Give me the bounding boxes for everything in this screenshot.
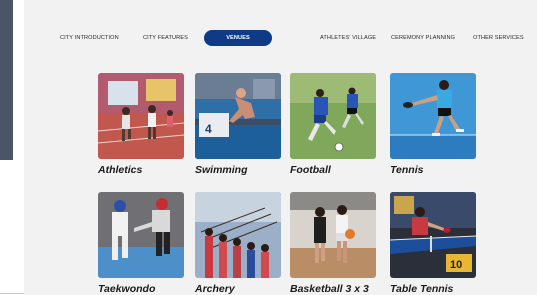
venue-card-basketball[interactable]: Basketball 3 x 3 [290, 192, 376, 295]
venue-card-table-tennis[interactable]: 10 Table Tennis [390, 192, 476, 295]
venue-label: Athletics [98, 164, 143, 176]
left-edge-strip [0, 0, 13, 160]
nav-city-introduction[interactable]: CITY INTRODUCTION [60, 27, 119, 49]
swimming-photo: 4 [195, 73, 281, 159]
venue-label: Tennis [390, 164, 424, 176]
venue-label: Swimming [195, 164, 248, 176]
athletics-photo [98, 73, 184, 159]
venue-card-tennis[interactable]: Tennis [390, 73, 476, 176]
taekwondo-photo [98, 192, 184, 278]
tennis-photo [390, 73, 476, 159]
venue-label: Taekwondo [98, 283, 156, 295]
svg-text:10: 10 [450, 259, 462, 271]
nav-city-features[interactable]: CITY FEATURES [143, 27, 188, 49]
archery-photo [195, 192, 281, 278]
nav-venues[interactable]: VENUES [204, 30, 272, 46]
venue-card-athletics[interactable]: Athletics [98, 73, 184, 176]
venue-card-archery[interactable]: Archery [195, 192, 281, 295]
venue-card-football[interactable]: Football [290, 73, 376, 176]
nav-other-services[interactable]: OTHER SERVICES [473, 27, 524, 49]
venue-label: Archery [195, 283, 235, 295]
table-tennis-photo: 10 [390, 192, 476, 278]
venue-label: Football [290, 164, 331, 176]
venues-panel: CITY INTRODUCTION CITY FEATURES VENUES A… [24, 0, 537, 295]
svg-text:4: 4 [205, 122, 212, 136]
venue-label: Basketball 3 x 3 [290, 283, 369, 295]
venue-card-taekwondo[interactable]: Taekwondo [98, 192, 184, 295]
football-photo [290, 73, 376, 159]
venue-card-swimming[interactable]: 4 Swimming [195, 73, 281, 176]
nav-athletes-village[interactable]: ATHLETES' VILLAGE [320, 27, 376, 49]
venue-label: Table Tennis [390, 283, 454, 295]
nav-ceremony-planning[interactable]: CEREMONY PLANNING [391, 27, 455, 49]
top-nav: CITY INTRODUCTION CITY FEATURES VENUES A… [24, 27, 537, 49]
basketball-photo [290, 192, 376, 278]
